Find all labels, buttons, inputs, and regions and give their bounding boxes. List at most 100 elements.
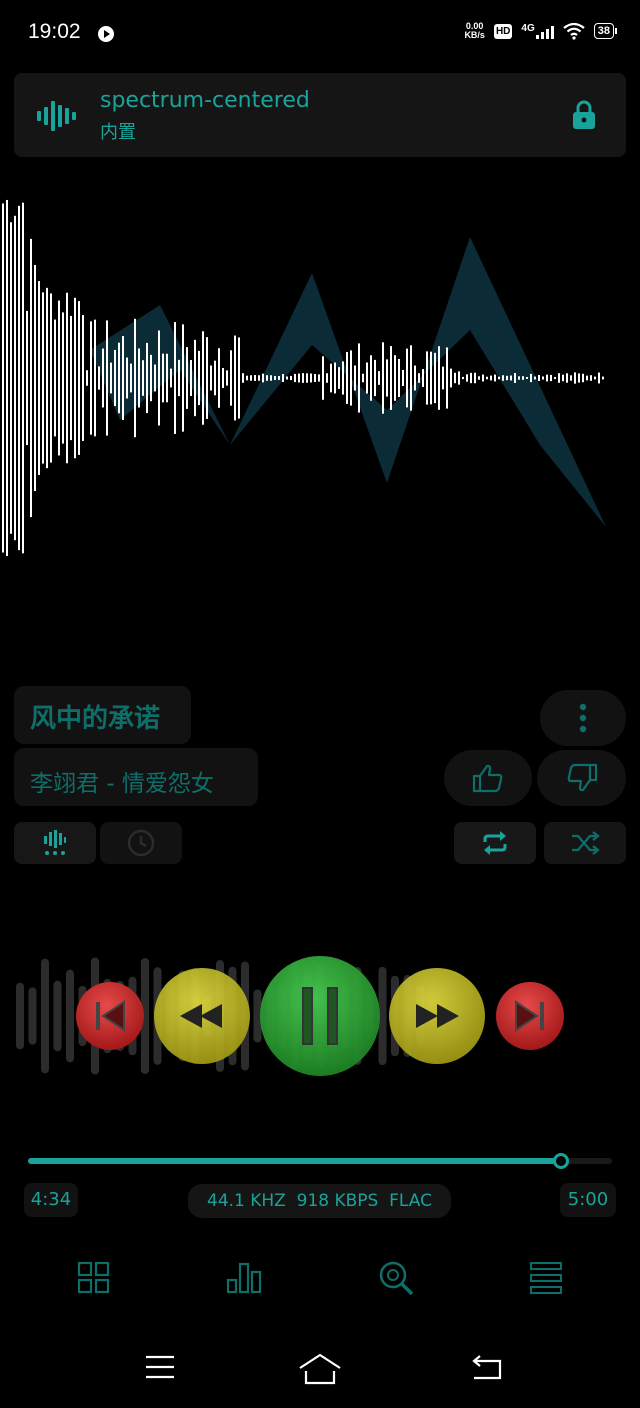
spectrum-bar xyxy=(66,292,68,464)
spectrum-bar xyxy=(478,376,480,380)
spectrum-bar xyxy=(30,238,32,518)
spectrum-bar xyxy=(54,319,56,437)
spectrum-bar xyxy=(222,368,224,388)
spectrum-bar xyxy=(2,203,4,553)
spectrum-bar xyxy=(38,281,40,475)
spectrum-bar xyxy=(14,215,16,541)
bar-chart-icon[interactable] xyxy=(224,1258,264,1298)
spectrum-bar xyxy=(602,376,604,380)
spectrum-bar xyxy=(206,337,208,419)
spectrum-bar xyxy=(358,343,360,413)
spectrum-bar xyxy=(274,375,276,381)
spectrum-bar xyxy=(270,375,272,381)
spectrum-bar xyxy=(322,356,324,400)
spectrum-bar xyxy=(490,375,492,381)
home-icon[interactable] xyxy=(298,1352,342,1386)
spectrum-bar xyxy=(574,372,576,384)
spectrum-bar xyxy=(578,373,580,383)
waveform-bar xyxy=(41,958,49,1074)
spectrum-bar xyxy=(114,349,116,407)
spectrum-bar xyxy=(286,376,288,380)
grid-icon[interactable] xyxy=(74,1258,114,1298)
media-playing-icon xyxy=(98,26,114,42)
spectrum-bar xyxy=(594,376,596,380)
spectrum-bar xyxy=(22,202,24,554)
progress-thumb[interactable] xyxy=(553,1153,570,1169)
spectrum-bar xyxy=(202,331,204,425)
spectrum-bar xyxy=(426,351,428,405)
spectrum-bar xyxy=(342,361,344,395)
spectrum-bar xyxy=(214,360,216,396)
spectrum-bar xyxy=(250,375,252,381)
spectrum-bar xyxy=(590,375,592,381)
more-menu-button[interactable] xyxy=(540,690,626,746)
spectrum-bar xyxy=(78,301,80,455)
spectrum-bar xyxy=(170,368,172,388)
list-icon[interactable] xyxy=(526,1258,566,1298)
rewind-button[interactable] xyxy=(154,968,250,1064)
spectrum-bar xyxy=(518,376,520,380)
spectrum-bar xyxy=(442,366,444,390)
spectrum-bar xyxy=(158,330,160,426)
more-vertical-icon xyxy=(579,703,587,733)
progress-fill xyxy=(28,1158,560,1164)
search-icon[interactable] xyxy=(376,1258,416,1298)
pause-button[interactable] xyxy=(260,956,380,1076)
thumbs-down-icon xyxy=(567,763,597,792)
previous-track-button[interactable] xyxy=(76,982,144,1050)
spectrum-bar xyxy=(366,362,368,394)
spectrum-bar xyxy=(118,342,120,414)
spectrum-bar xyxy=(62,312,64,444)
waveform-bar xyxy=(16,982,24,1050)
sleep-timer-button[interactable] xyxy=(100,822,182,864)
spectrum-bar xyxy=(538,374,540,382)
lock-icon[interactable] xyxy=(572,100,596,130)
waveform-icon xyxy=(37,101,76,131)
spectrum-bar xyxy=(598,372,600,384)
spectrum-bar xyxy=(46,287,48,469)
visualizer-button[interactable] xyxy=(14,822,96,864)
spectrum-bar xyxy=(550,374,552,382)
spectrum-bar xyxy=(402,369,404,387)
spectrum-bar xyxy=(566,373,568,383)
hd-badge: HD xyxy=(493,23,513,39)
spectrum-bar xyxy=(530,373,532,383)
back-icon[interactable] xyxy=(470,1352,504,1382)
spectrum-bar xyxy=(142,360,144,396)
preset-selector[interactable] xyxy=(14,73,626,157)
waveform-bar xyxy=(66,969,74,1063)
shuffle-button[interactable] xyxy=(544,822,626,864)
spectrum-bar xyxy=(94,319,96,437)
spectrum-bar xyxy=(130,363,132,393)
transport-controls xyxy=(16,956,564,1076)
spectrum-bar xyxy=(154,364,156,392)
fast-forward-button[interactable] xyxy=(389,968,485,1064)
like-button[interactable] xyxy=(444,750,532,806)
spectrum-bar xyxy=(434,352,436,404)
spectrum-bar xyxy=(374,359,376,397)
spectrum-bar xyxy=(354,365,356,391)
spectrum-bar xyxy=(210,365,212,391)
spectrum-bar xyxy=(134,318,136,438)
spectrum-bar xyxy=(174,322,176,434)
spectrum-bar xyxy=(242,373,244,383)
signal-icon xyxy=(535,23,554,39)
total-time: 5:00 xyxy=(560,1183,616,1217)
spectrum-bar xyxy=(198,350,200,406)
repeat-button[interactable] xyxy=(454,822,536,864)
spectrum-bar xyxy=(138,348,140,408)
spectrum-bar xyxy=(514,373,516,383)
spectrum-bar xyxy=(186,347,188,409)
spectrum-bar xyxy=(106,320,108,436)
spectrum-visualizer xyxy=(2,199,606,557)
spectrum-bar xyxy=(522,376,524,380)
spectrum-bar xyxy=(318,374,320,382)
next-track-button[interactable] xyxy=(496,982,564,1050)
spectrum-bar xyxy=(70,315,72,441)
menu-icon[interactable] xyxy=(144,1352,176,1382)
spectrum-bar xyxy=(378,371,380,385)
dislike-button[interactable] xyxy=(537,750,626,806)
spectrum-bar xyxy=(370,355,372,401)
song-artist: 李翊君 - 情爱怨女 xyxy=(30,771,214,797)
spectrum-bar xyxy=(394,355,396,401)
